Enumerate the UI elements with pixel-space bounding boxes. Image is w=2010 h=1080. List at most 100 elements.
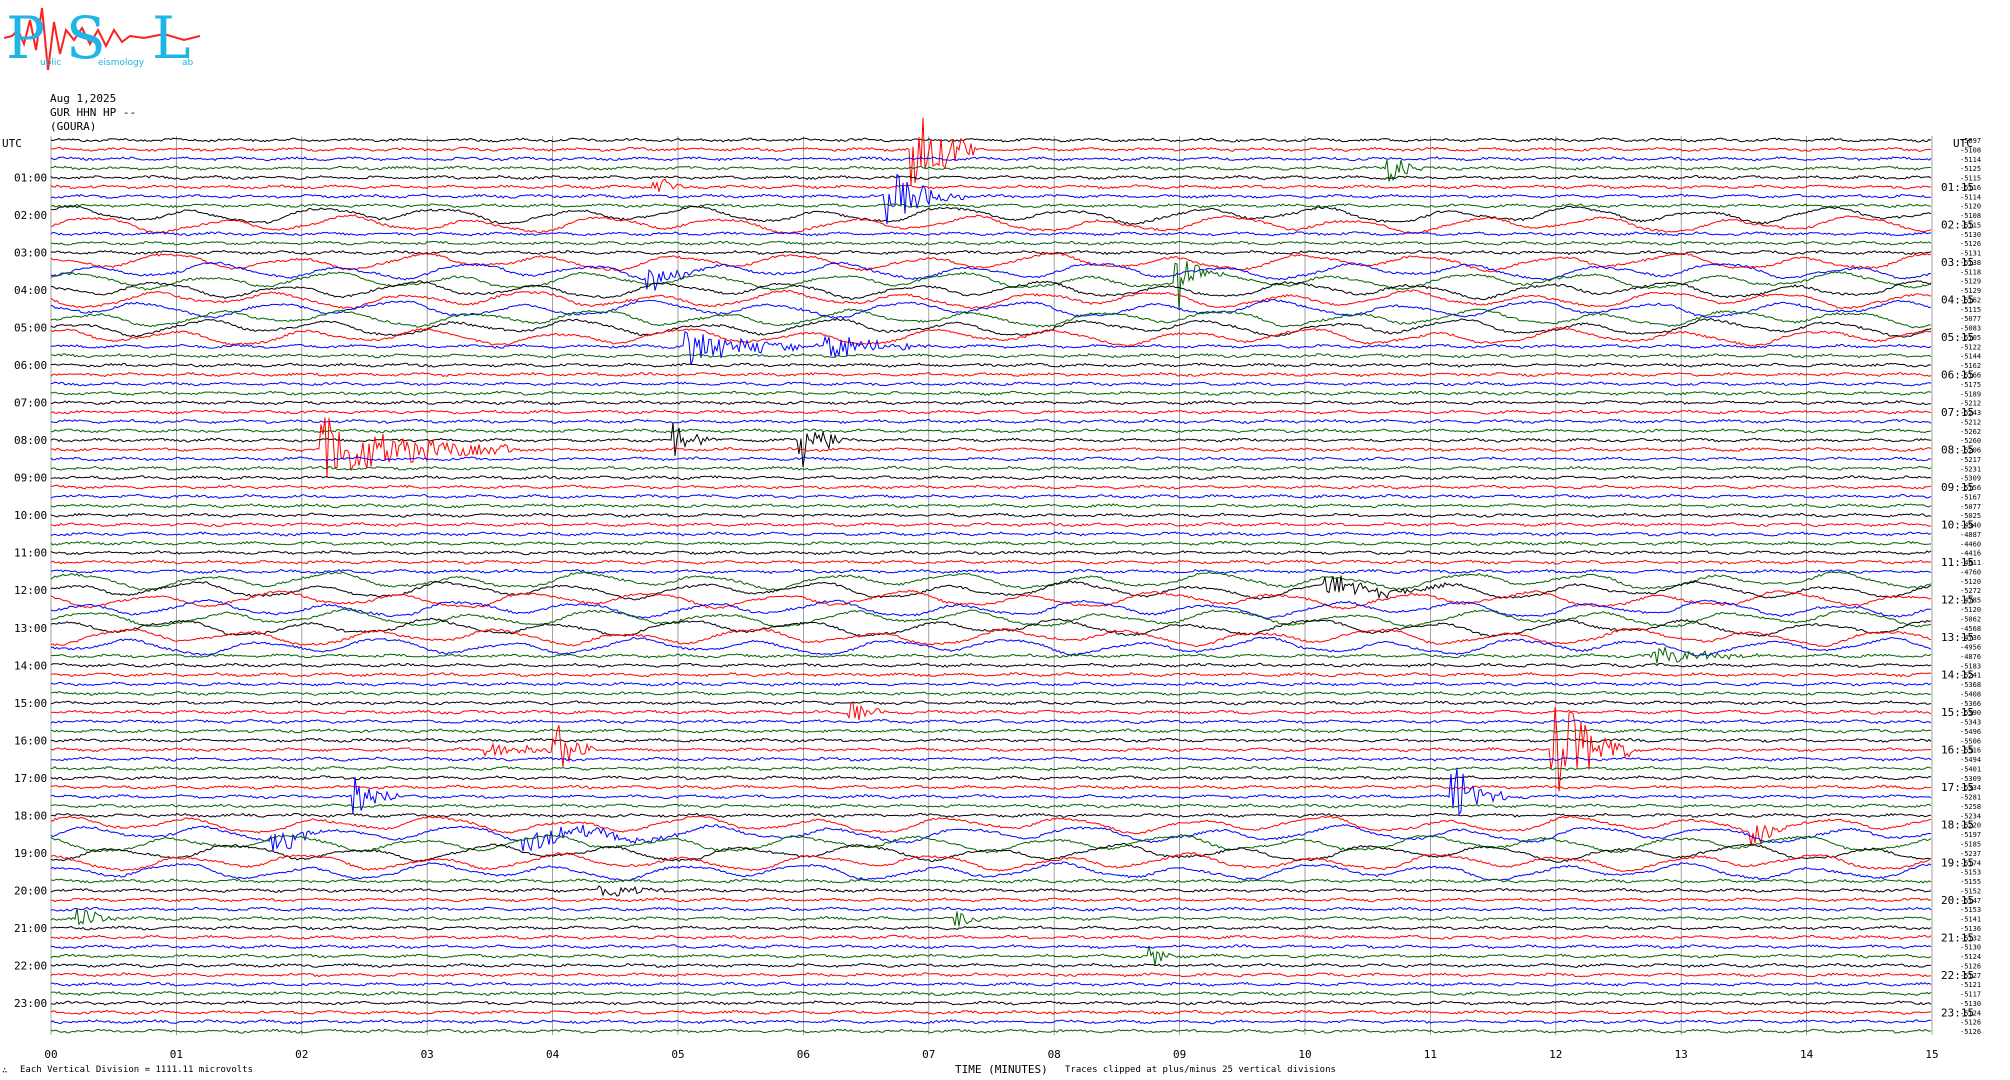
hour-label-right: 13:15 bbox=[1941, 631, 1974, 644]
trace-row bbox=[50, 737, 1932, 743]
row-offset-label: -5185 bbox=[1960, 841, 1981, 849]
hour-label-right: 06:15 bbox=[1941, 369, 1974, 382]
trace-row bbox=[50, 718, 1932, 725]
trace-row bbox=[50, 400, 1931, 406]
hour-label-right: 15:15 bbox=[1941, 706, 1974, 719]
x-tick-label: 09 bbox=[1173, 1048, 1186, 1061]
x-tick-label: 10 bbox=[1298, 1048, 1311, 1061]
x-tick-label: 02 bbox=[295, 1048, 308, 1061]
trace-row bbox=[50, 1009, 1932, 1015]
trace-row bbox=[50, 1019, 1932, 1025]
x-tick-label: 04 bbox=[546, 1048, 560, 1061]
hour-label-left: 20:00 bbox=[14, 884, 47, 897]
hour-label-left: 04:00 bbox=[14, 284, 47, 297]
row-offset-label: -4760 bbox=[1960, 568, 1981, 576]
trace-row bbox=[50, 559, 1932, 565]
trace-row bbox=[50, 317, 1932, 338]
trace-row bbox=[50, 803, 1932, 809]
trace-row bbox=[51, 117, 1932, 186]
hour-label-left: 22:00 bbox=[14, 959, 47, 972]
trace-row bbox=[50, 493, 1932, 500]
x-tick-label: 00 bbox=[44, 1048, 57, 1061]
trace-row bbox=[50, 326, 1932, 348]
hour-label-right: 03:15 bbox=[1941, 256, 1974, 269]
row-offset-label: -5077 bbox=[1960, 315, 1981, 323]
row-offset-label: -5189 bbox=[1960, 390, 1981, 398]
trace-row bbox=[50, 765, 1932, 772]
trace-row bbox=[50, 390, 1932, 396]
row-offset-label: -5130 bbox=[1960, 231, 1981, 239]
row-offset-label: -5231 bbox=[1960, 465, 1981, 473]
row-offset-label: -5258 bbox=[1960, 803, 1981, 811]
trace-row bbox=[50, 231, 1932, 237]
hour-label-right: 18:15 bbox=[1941, 819, 1974, 832]
row-offset-label: -5126 bbox=[1960, 240, 1981, 248]
hour-label-left: 02:00 bbox=[14, 209, 47, 222]
trace-row bbox=[50, 972, 1932, 978]
row-offset-label: -5153 bbox=[1960, 869, 1981, 877]
trace-row bbox=[50, 636, 1932, 657]
header-date: Aug 1,2025 bbox=[50, 92, 117, 105]
trace-row bbox=[50, 531, 1932, 537]
row-offset-label: -5494 bbox=[1960, 756, 1981, 764]
trace-row bbox=[50, 178, 1932, 192]
logo-word-lab: ab bbox=[182, 58, 194, 68]
header-station: GUR HHN HP -- bbox=[50, 106, 137, 119]
trace-row bbox=[50, 728, 1932, 734]
hour-label-left: 21:00 bbox=[14, 922, 47, 935]
x-tick-label: 01 bbox=[170, 1048, 183, 1061]
hour-label-left: 18:00 bbox=[14, 809, 47, 822]
trace-row bbox=[50, 842, 1932, 863]
trace-row bbox=[50, 299, 1932, 319]
row-offset-label: -5281 bbox=[1960, 794, 1981, 802]
hour-label-right: 19:15 bbox=[1941, 856, 1974, 869]
trace-row bbox=[50, 550, 1932, 556]
trace-row bbox=[50, 945, 1932, 966]
trace-row bbox=[50, 540, 1932, 546]
trace-row bbox=[50, 156, 1932, 162]
x-tick-label: 03 bbox=[421, 1048, 434, 1061]
trace-row bbox=[50, 512, 1932, 518]
logo-word-seismology: eismology bbox=[98, 58, 145, 68]
utc-right-label: UTC bbox=[1953, 137, 1973, 150]
row-offset-label: -5130 bbox=[1960, 944, 1981, 952]
x-tick-label: 14 bbox=[1800, 1048, 1814, 1061]
trace-row bbox=[51, 690, 1932, 697]
scale-note: Each Vertical Division = 1111.11 microvo… bbox=[20, 1065, 253, 1075]
row-offset-label: -5121 bbox=[1960, 981, 1981, 989]
trace-row bbox=[50, 240, 1932, 246]
x-tick-label: 07 bbox=[922, 1048, 935, 1061]
row-offset-label: -4876 bbox=[1960, 653, 1981, 661]
header-location: (GOURA) bbox=[50, 120, 97, 133]
row-offset-label: -5122 bbox=[1960, 343, 1981, 351]
trace-row bbox=[50, 381, 1932, 387]
trace-row bbox=[50, 815, 1932, 847]
hour-label-right: 02:15 bbox=[1941, 218, 1974, 231]
row-offset-label: -4956 bbox=[1960, 644, 1981, 652]
row-offset-label: -5343 bbox=[1960, 719, 1981, 727]
trace-row bbox=[50, 852, 1932, 872]
row-offset-label: -5262 bbox=[1960, 428, 1981, 436]
trace-row bbox=[50, 503, 1932, 509]
hour-label-left: 05:00 bbox=[14, 322, 47, 335]
hour-label-right: 20:15 bbox=[1941, 894, 1974, 907]
x-axis-title: TIME (MINUTES) bbox=[955, 1063, 1048, 1076]
row-offset-label: -5129 bbox=[1960, 278, 1981, 286]
trace-row bbox=[50, 250, 1932, 256]
x-tick-label: 13 bbox=[1675, 1048, 1688, 1061]
trace-row bbox=[50, 362, 1932, 368]
trace-row bbox=[50, 878, 1932, 884]
row-offset-label: -5126 bbox=[1960, 1019, 1981, 1027]
trace-row bbox=[50, 465, 1932, 472]
trace-row bbox=[50, 456, 1932, 462]
row-offset-label: -5062 bbox=[1960, 615, 1981, 623]
hour-label-right: 12:15 bbox=[1941, 594, 1974, 607]
row-offset-label: -5212 bbox=[1960, 418, 1981, 426]
logo-word-public: ublic bbox=[40, 58, 62, 68]
row-offset-label: -5114 bbox=[1960, 193, 1981, 201]
hour-label-left: 06:00 bbox=[14, 359, 47, 372]
hour-label-left: 13:00 bbox=[14, 622, 47, 635]
trace-row bbox=[50, 908, 1932, 927]
row-offset-label: -5120 bbox=[1960, 203, 1981, 211]
trace-row bbox=[50, 943, 1932, 950]
